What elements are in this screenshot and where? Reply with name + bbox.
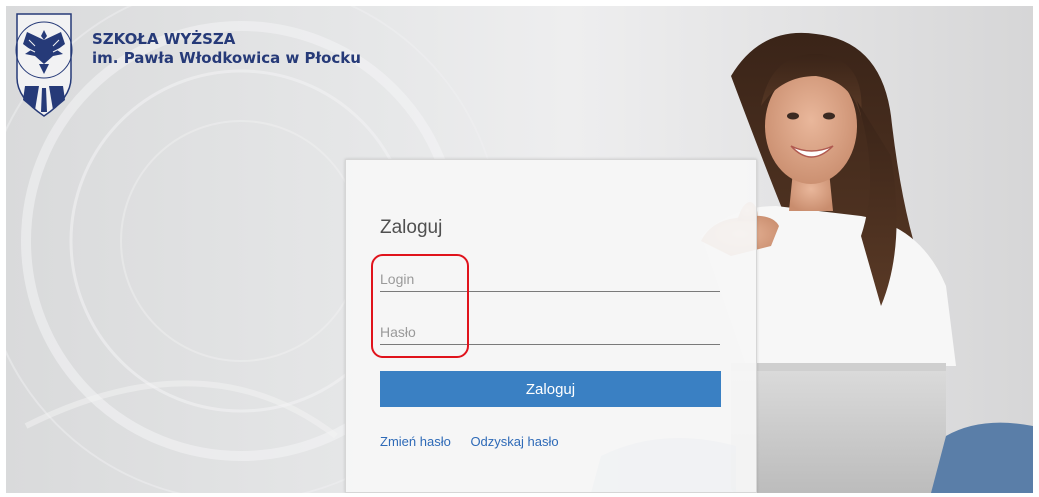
login-field-wrapper	[380, 267, 720, 292]
password-field-wrapper	[380, 320, 720, 345]
school-name-line2: im. Pawła Włodkowica w Płocku	[92, 49, 361, 67]
account-links: Zmień hasło Odzyskaj hasło	[380, 434, 575, 449]
login-page: SZKOŁA WYŻSZA im. Pawła Włodkowica w Pło…	[6, 6, 1033, 493]
eagle-emblem-icon	[9, 10, 79, 122]
change-password-link[interactable]: Zmień hasło	[380, 434, 451, 449]
password-input[interactable]	[380, 320, 720, 344]
login-input[interactable]	[380, 267, 720, 291]
school-name-line1: SZKOŁA WYŻSZA	[92, 30, 236, 48]
recover-password-link[interactable]: Odzyskaj hasło	[470, 434, 558, 449]
login-card: Zaloguj Zaloguj Zmień hasło Odzyskaj has…	[345, 159, 757, 493]
school-name: SZKOŁA WYŻSZA im. Pawła Włodkowica w Pło…	[92, 30, 361, 68]
login-button[interactable]: Zaloguj	[380, 371, 721, 407]
login-title: Zaloguj	[380, 217, 443, 238]
